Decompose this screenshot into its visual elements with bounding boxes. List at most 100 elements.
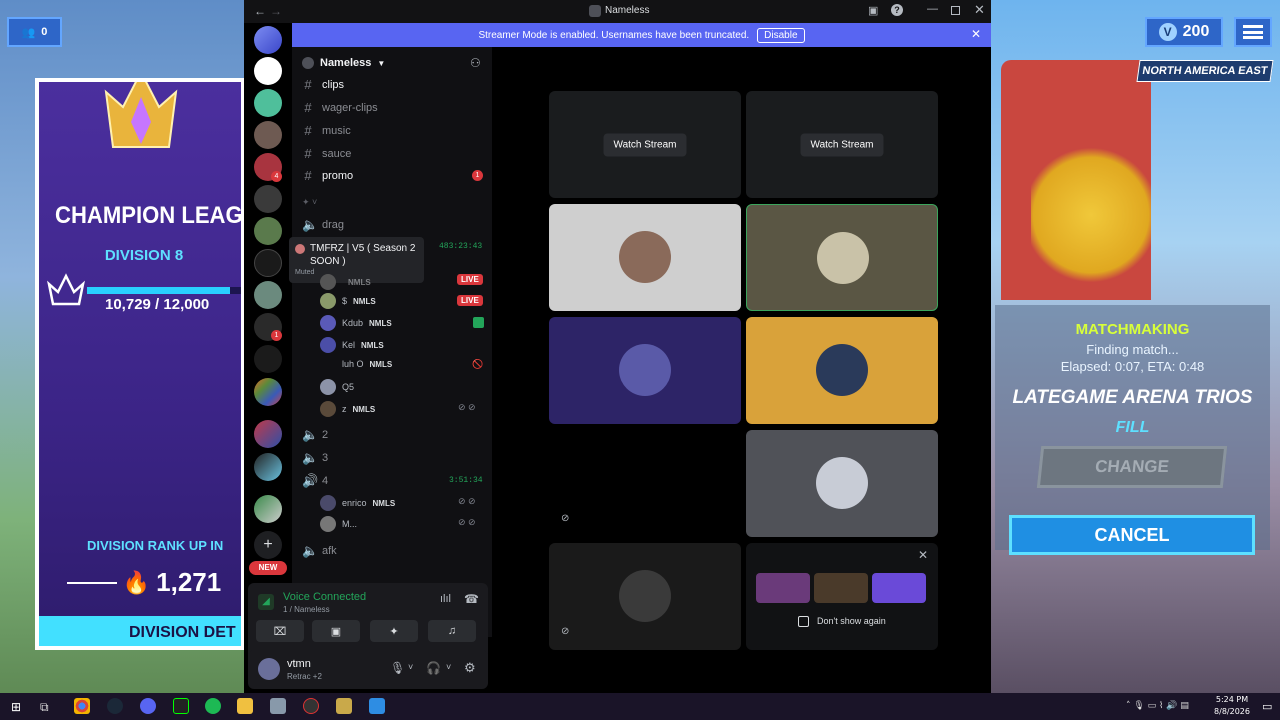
notification-icon[interactable]: ▭ — [1262, 700, 1272, 713]
server-icon-1[interactable] — [254, 26, 282, 54]
participant-tile-4[interactable] — [746, 317, 938, 424]
minimize-icon[interactable]: — — [927, 3, 938, 15]
app-icon[interactable] — [270, 698, 286, 714]
voice-channel-sub[interactable]: 1 / Nameless — [283, 605, 330, 614]
server-icon-4[interactable] — [254, 121, 282, 149]
channel-music[interactable]: # music — [302, 123, 350, 138]
server-header[interactable]: Nameless ▼ — [302, 57, 385, 69]
participant-tile-5[interactable]: ⊘ — [549, 430, 741, 537]
activities-button[interactable]: ✦ — [370, 620, 418, 642]
clock-date[interactable]: 8/8/2026 — [1207, 707, 1257, 716]
fortnite-icon[interactable] — [369, 698, 385, 714]
user-avatar[interactable] — [258, 658, 280, 680]
new-badge[interactable]: NEW — [249, 561, 287, 575]
terminal-icon[interactable] — [173, 698, 189, 714]
voice-user-2[interactable]: $ NMLS — [320, 293, 376, 309]
voice-user-3[interactable]: Kdub NMLS — [320, 315, 392, 331]
channel-clips[interactable]: # clips — [302, 77, 344, 92]
voice-user-6[interactable]: Q5 — [320, 379, 354, 395]
stream-tile-2[interactable]: Watch Stream — [746, 91, 938, 198]
participant-tile-7[interactable]: ⊘ — [549, 543, 741, 650]
close-window-icon[interactable]: ✕ — [974, 2, 985, 18]
division-details-button[interactable]: DIVISION DET — [39, 616, 241, 646]
close-banner-icon[interactable]: ✕ — [971, 27, 981, 41]
voice-user-1[interactable]: NMLS — [320, 274, 371, 290]
stream-tile-1[interactable]: Watch Stream — [549, 91, 741, 198]
steam-icon[interactable] — [107, 698, 123, 714]
app-icon-2[interactable] — [336, 698, 352, 714]
obs-icon[interactable] — [303, 698, 319, 714]
dont-show-label[interactable]: Don't show again — [817, 616, 886, 626]
activity-thumb-2[interactable] — [814, 573, 868, 603]
system-tray-icons[interactable]: ˄ 🎙 ▭ ⌇ 🔊 ▤ — [1126, 701, 1189, 711]
server-icon-9[interactable] — [254, 281, 282, 309]
forward-arrow-icon[interactable]: → — [270, 4, 282, 18]
participant-tile-3[interactable] — [549, 317, 741, 424]
channel-promo[interactable]: # promo — [302, 168, 353, 183]
chevron-down-icon[interactable]: ˅ — [408, 662, 413, 672]
participant-tile-6[interactable] — [746, 430, 938, 537]
voice-user-4[interactable]: Kel NMLS — [320, 337, 384, 353]
add-member-icon[interactable]: ⚇ — [470, 56, 481, 70]
chrome-icon[interactable] — [74, 698, 90, 714]
server-icon-7[interactable] — [254, 217, 282, 245]
server-icon-2[interactable] — [254, 57, 282, 85]
change-button[interactable]: CHANGE — [1036, 446, 1228, 488]
voice-user-5[interactable]: luh O NMLS — [342, 359, 392, 369]
maximize-icon[interactable] — [951, 6, 960, 15]
back-arrow-icon[interactable]: ← — [254, 4, 266, 18]
watch-stream-button[interactable]: Watch Stream — [603, 133, 687, 156]
settings-gear-icon[interactable]: ⚙ — [464, 660, 476, 676]
camera-off-button[interactable]: ⌧ — [256, 620, 304, 642]
dont-show-checkbox[interactable] — [798, 616, 809, 627]
server-folder-4[interactable] — [254, 453, 282, 481]
disable-streamer-mode-button[interactable]: Disable — [757, 27, 805, 43]
vc4-user-2[interactable]: M... — [320, 516, 357, 532]
file-explorer-icon[interactable] — [237, 698, 253, 714]
server-folder-2[interactable] — [254, 378, 282, 406]
server-folder[interactable] — [254, 345, 282, 373]
watch-stream-button[interactable]: Watch Stream — [800, 133, 884, 156]
voice-channel-2[interactable]: 🔈 2 — [302, 427, 328, 443]
cancel-button[interactable]: CANCEL — [1009, 515, 1255, 555]
signal-icon[interactable]: ◢ — [258, 594, 274, 610]
username[interactable]: vtmn — [287, 658, 311, 670]
vc4-user-1[interactable]: enrico NMLS — [320, 495, 395, 511]
voice-connected-label[interactable]: Voice Connected — [283, 591, 366, 603]
server-icon-6[interactable] — [254, 185, 282, 213]
voice-channel-4[interactable]: 🔊 4 — [302, 473, 328, 489]
disconnect-icon[interactable]: ☎ — [464, 592, 479, 606]
participant-tile-1[interactable] — [549, 204, 741, 311]
soundboard-button[interactable]: ♫ — [428, 620, 476, 642]
vbucks-chip[interactable]: V 200 — [1145, 17, 1223, 47]
voice-channel-3[interactable]: 🔈 3 — [302, 450, 328, 466]
spotify-icon[interactable] — [205, 698, 221, 714]
region-label[interactable]: NORTH AMERICA EAST — [1136, 60, 1274, 82]
discord-icon[interactable] — [140, 698, 156, 714]
activity-thumb-1[interactable] — [756, 573, 810, 603]
start-icon[interactable]: ⊞ — [11, 700, 21, 714]
chevron-down-icon[interactable]: ˅ — [446, 662, 451, 672]
screen-share-button[interactable]: ▣ — [312, 620, 360, 642]
server-icon-3[interactable] — [254, 89, 282, 117]
category-collapse-icon[interactable]: ✦ ˅ — [302, 197, 317, 208]
task-view-icon[interactable]: ⧉ — [40, 700, 49, 715]
activity-thumb-3[interactable] — [872, 573, 926, 603]
voice-channel-drag[interactable]: 🔈 drag — [302, 217, 344, 233]
menu-button[interactable] — [1234, 17, 1272, 47]
server-folder-3[interactable] — [254, 420, 282, 448]
participant-tile-2[interactable] — [746, 204, 938, 311]
headphones-icon[interactable]: 🎧 — [426, 661, 441, 675]
channel-sauce[interactable]: # sauce — [302, 146, 351, 161]
server-icon-8[interactable] — [254, 249, 282, 277]
microphone-icon[interactable]: 🎙 — [390, 661, 405, 675]
add-server-icon[interactable]: + — [254, 531, 282, 559]
inbox-icon[interactable]: ▣ — [868, 4, 878, 17]
voice-user-7[interactable]: z NMLS — [320, 401, 375, 417]
voice-channel-afk[interactable]: 🔈 afk — [302, 543, 337, 559]
close-promo-icon[interactable]: ✕ — [918, 548, 928, 562]
friends-chip[interactable]: 👥 0 — [7, 17, 62, 47]
clock-time[interactable]: 5:24 PM — [1207, 695, 1257, 704]
help-icon[interactable]: ? — [891, 4, 903, 16]
noise-suppression-icon[interactable]: ılıl — [440, 593, 451, 605]
